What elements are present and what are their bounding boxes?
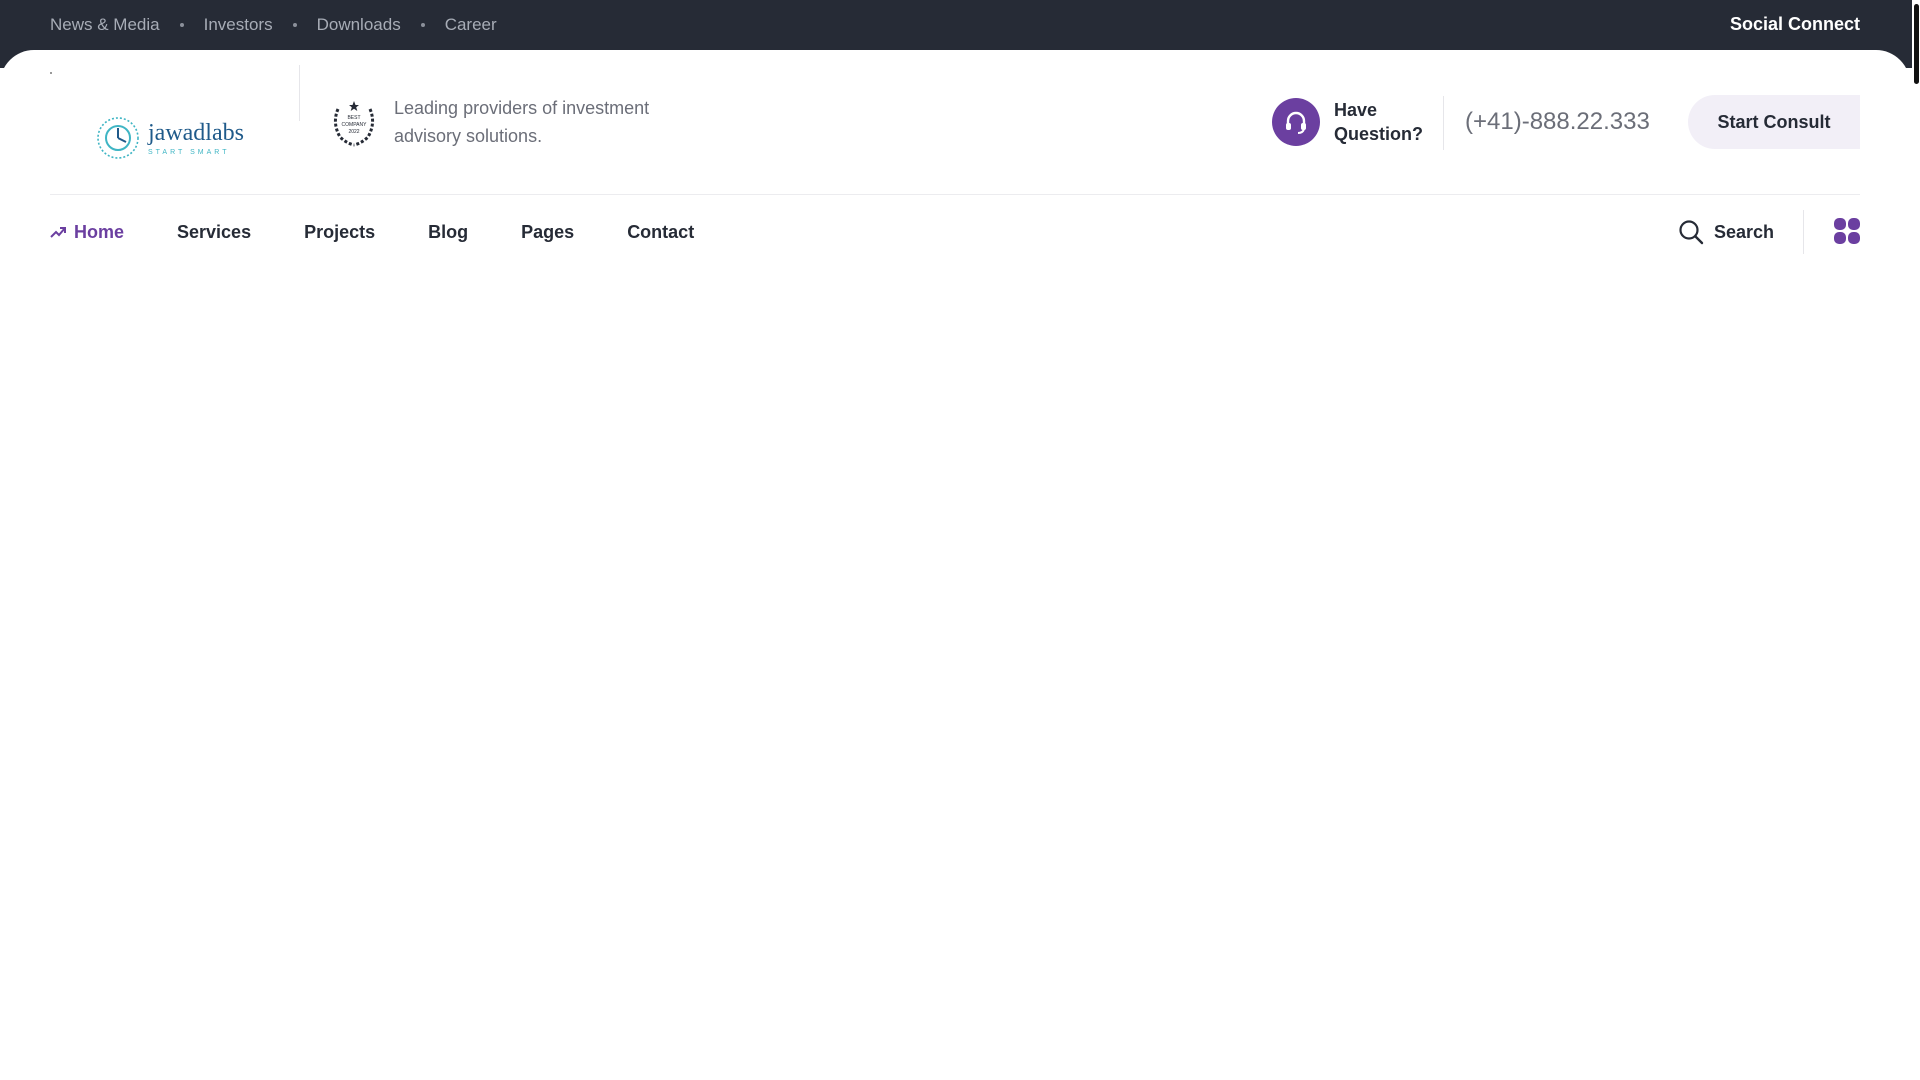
top-link-investors[interactable]: Investors xyxy=(204,15,273,35)
laurel-award-icon: BEST COMPANY 2022 xyxy=(333,101,375,147)
nav-label-projects: Projects xyxy=(304,221,376,242)
nav-label-blog: Blog xyxy=(428,221,469,242)
decorative-dot xyxy=(50,72,52,74)
logo-text: jawadlabs xyxy=(147,120,244,146)
header-panel xyxy=(0,50,1910,1080)
search-label: Search xyxy=(1714,221,1775,242)
header-divider xyxy=(1443,96,1444,150)
site-logo[interactable]: jawadlabs START SMART xyxy=(96,114,264,162)
separator-dot xyxy=(179,23,184,27)
logo-icon: jawadlabs START SMART xyxy=(97,117,244,159)
have-question-label: Have Question? xyxy=(1334,100,1423,144)
nav-item-services[interactable]: Services xyxy=(177,222,251,243)
logo-tagline: START SMART xyxy=(148,149,230,156)
search-icon xyxy=(1679,220,1704,245)
grid-icon[interactable] xyxy=(1834,218,1860,244)
nav-item-projects[interactable]: Projects xyxy=(304,222,375,243)
badge-line-3: 2022 xyxy=(348,129,359,135)
top-link-downloads[interactable]: Downloads xyxy=(317,15,401,35)
top-nav: News & Media Investors Downloads Career xyxy=(50,14,497,36)
nav-divider xyxy=(1803,210,1804,254)
headset-icon[interactable] xyxy=(1272,98,1320,146)
nav-label-services: Services xyxy=(177,221,252,242)
nav-item-home[interactable]: Home xyxy=(50,222,124,243)
start-consult-button[interactable]: Start Consult xyxy=(1688,95,1860,149)
separator-dot xyxy=(292,23,297,27)
separator-dot xyxy=(420,23,425,27)
nav-item-contact[interactable]: Contact xyxy=(627,222,694,243)
nav-item-pages[interactable]: Pages xyxy=(521,222,574,243)
nav-label-contact: Contact xyxy=(627,221,695,242)
badge-line-2: COMPANY xyxy=(342,122,368,128)
header-divider xyxy=(299,65,300,121)
nav-label-home: Home xyxy=(74,221,125,242)
badge-line-1: BEST xyxy=(347,115,360,121)
top-link-career[interactable]: Career xyxy=(445,15,497,35)
award-badge: BEST COMPANY 2022 xyxy=(328,97,380,149)
trending-up-icon xyxy=(50,227,66,238)
header-tagline: Leading providers of investment advisory… xyxy=(394,98,650,146)
scrollbar-thumb[interactable] xyxy=(1914,4,1919,84)
nav-item-blog[interactable]: Blog xyxy=(428,222,468,243)
main-nav: Home Services Projects Blog Pages Contac… xyxy=(50,220,747,244)
search-button[interactable]: Search xyxy=(1678,219,1774,245)
phone-number[interactable]: (+41)-888.22.333 xyxy=(1465,108,1650,136)
top-link-news-media[interactable]: News & Media xyxy=(50,15,160,35)
header-separator xyxy=(50,194,1860,195)
nav-label-pages: Pages xyxy=(521,221,575,242)
social-connect-link[interactable]: Social Connect xyxy=(1730,14,1860,35)
scrollbar[interactable] xyxy=(1912,0,1920,1080)
